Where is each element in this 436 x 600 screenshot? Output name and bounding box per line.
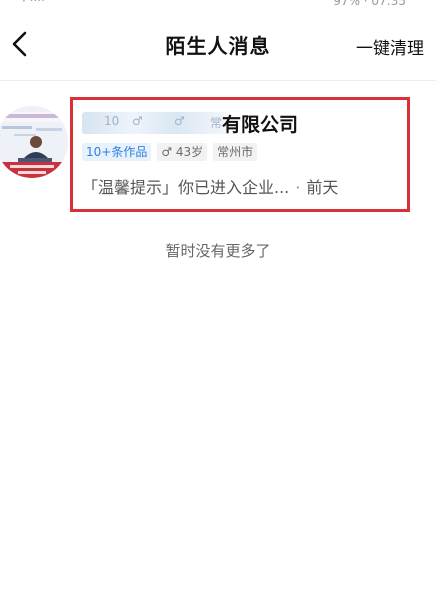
message-list-item[interactable]: 10 ♂ ♂ 常 有限公司 10+条作品 ♂ 43岁 常州市 「温馨提示」你已进…	[0, 92, 436, 222]
message-time: 前天	[306, 178, 339, 197]
works-count-badge: 10+条作品	[82, 143, 152, 161]
no-more-indicator: 暂时没有更多了	[165, 242, 271, 260]
battery-time-indicator: 97% · 07:35	[333, 0, 406, 8]
nav-bar: 陌生人消息 一键清理	[0, 8, 436, 81]
signal-indicator: · ‧‧‧‧	[22, 0, 45, 8]
city-badge: 常州市	[213, 143, 258, 161]
sender-tags: 10+条作品 ♂ 43岁 常州市	[82, 143, 258, 161]
company-photo-icon	[0, 106, 68, 178]
blurred-glyph: 10	[104, 114, 120, 128]
avatar[interactable]	[0, 106, 68, 178]
separator-dot: ·	[295, 178, 301, 197]
blurred-glyph: 常	[210, 116, 223, 130]
redacted-name-blur: 10 ♂ ♂ 常	[82, 112, 228, 134]
status-bar: · ‧‧‧‧ 97% · 07:35	[0, 0, 436, 8]
sender-name: 有限公司	[222, 114, 299, 136]
blurred-glyph: ♂	[132, 114, 143, 128]
blurred-glyph: ♂	[174, 114, 185, 128]
message-preview: 「温馨提示」你已进入企业... · 前天	[82, 174, 402, 198]
sender-name-row: 10 ♂ ♂ 常 有限公司	[82, 110, 402, 138]
age-badge: ♂ 43岁	[157, 143, 208, 161]
preview-text: 「温馨提示」你已进入企业...	[82, 178, 290, 197]
clear-all-button[interactable]: 一键清理	[356, 34, 424, 59]
